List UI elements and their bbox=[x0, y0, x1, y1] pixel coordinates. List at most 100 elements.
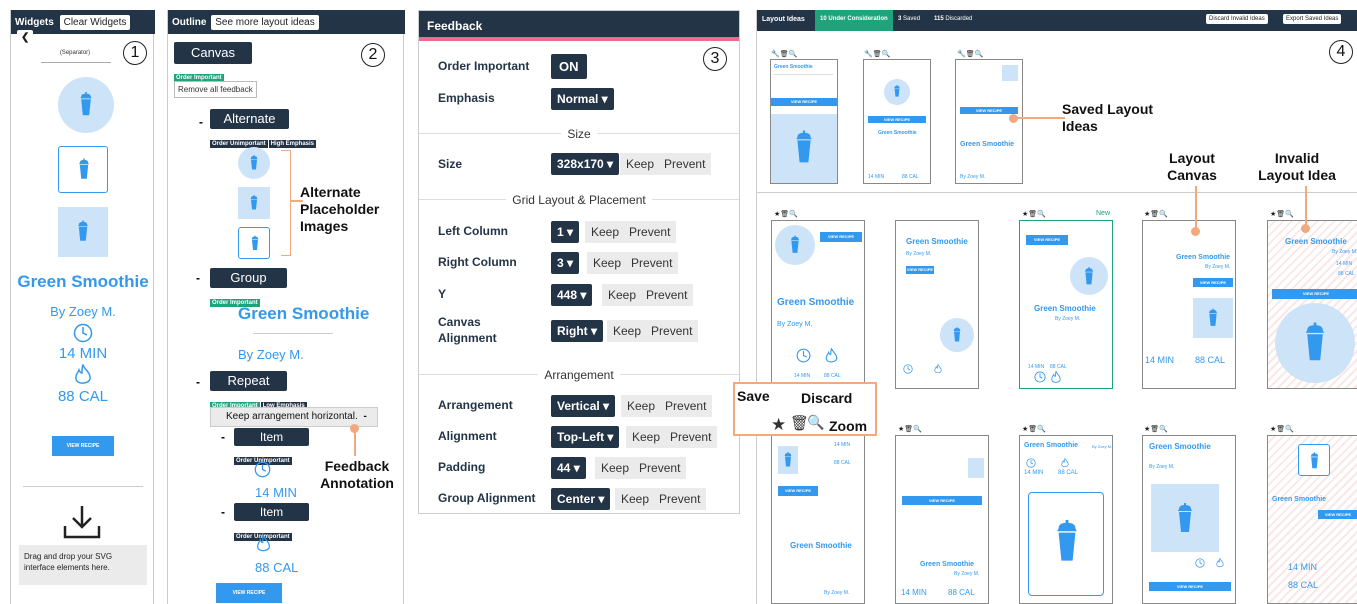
ideas-header: Layout Ideas 10 Under Consideration 3 Sa… bbox=[757, 10, 1357, 31]
idea-actions[interactable]: ★🗑🔍 bbox=[1022, 210, 1046, 218]
collapse-dash[interactable]: - bbox=[199, 115, 203, 129]
item-node[interactable]: Item bbox=[234, 428, 309, 446]
alternate-node[interactable]: Alternate bbox=[210, 109, 289, 129]
card-title: Green Smoothie bbox=[878, 130, 917, 136]
group-title[interactable]: Green Smoothie bbox=[238, 304, 369, 324]
invalid-layout-idea-1[interactable]: Green Smoothie By Zoey M. 14 MIN 88 CAL … bbox=[1267, 220, 1357, 389]
drop-zone[interactable]: Drag and drop your SVG interface element… bbox=[19, 545, 147, 585]
idea-actions[interactable]: ★🗑🔍 bbox=[1270, 210, 1294, 218]
y-keep-prevent[interactable]: Keep Prevent bbox=[602, 284, 694, 306]
order-toggle[interactable]: ON bbox=[551, 54, 587, 79]
saved-idea-2[interactable]: VIEW RECIPE Green Smoothie 14 MIN 88 CAL bbox=[863, 59, 931, 184]
discarded-tab[interactable]: 115 Discarded bbox=[934, 16, 972, 22]
card-view-button: VIEW RECIPE bbox=[1193, 278, 1233, 287]
calories-widget[interactable]: 88 CAL bbox=[11, 388, 155, 405]
ideas-title: Layout Ideas bbox=[762, 16, 805, 23]
collapse-dash[interactable]: - bbox=[196, 271, 200, 285]
remove-annotation-button[interactable]: - bbox=[364, 411, 367, 422]
cup-icon bbox=[789, 234, 801, 255]
layout-idea-4[interactable]: Green Smoothie By Zoey M. VIEW RECIPE 14… bbox=[1142, 220, 1236, 389]
card-view-button: VIEW RECIPE bbox=[960, 107, 1018, 114]
clock-icon bbox=[1195, 558, 1205, 568]
remove-feedback-button[interactable]: Remove all feedback bbox=[174, 81, 257, 98]
right-column-keep-prevent[interactable]: Keep Prevent bbox=[587, 252, 679, 274]
emphasis-dropdown[interactable]: Normal ▾ bbox=[551, 88, 614, 110]
view-recipe-widget[interactable]: VIEW RECIPE bbox=[52, 436, 114, 456]
saved-idea-actions[interactable]: 🔧🗑🔍 bbox=[864, 50, 890, 58]
invalid-layout-idea-2[interactable]: Green Smoothie VIEW RECIPE 14 MIN 88 CAL bbox=[1267, 435, 1357, 604]
canvas-alignment-dropdown[interactable]: Right ▾ bbox=[551, 320, 604, 342]
idea-actions[interactable]: ★🗑🔍 bbox=[1144, 210, 1168, 218]
repeat-node[interactable]: Repeat bbox=[210, 371, 287, 391]
author-widget[interactable]: By Zoey M. bbox=[11, 304, 155, 319]
cup-icon bbox=[793, 129, 815, 165]
layout-idea-1[interactable]: VIEW RECIPE Green Smoothie By Zoey M. 14… bbox=[771, 220, 865, 389]
flame-icon[interactable] bbox=[255, 535, 272, 553]
square-image-widget[interactable] bbox=[58, 207, 108, 257]
group-alignment-label: Group Alignment bbox=[438, 491, 536, 505]
group-alignment-dropdown[interactable]: Center ▾ bbox=[551, 488, 611, 510]
layout-idea-8[interactable]: Green Smoothie By Zoey M. 14 MIN 88 CAL bbox=[1019, 435, 1113, 604]
collapse-dash[interactable]: - bbox=[221, 430, 225, 444]
cup-icon bbox=[952, 326, 962, 343]
more-ideas-button[interactable]: See more layout ideas bbox=[211, 15, 319, 30]
item-time[interactable]: 14 MIN bbox=[255, 485, 297, 500]
arrangement-dropdown[interactable]: Vertical ▾ bbox=[551, 395, 616, 417]
flame-icon[interactable] bbox=[73, 364, 93, 386]
circle-image-widget[interactable] bbox=[58, 77, 114, 133]
layout-idea-7[interactable]: VIEW RECIPE Green Smoothie By Zoey M. 14… bbox=[895, 435, 989, 604]
idea-actions[interactable]: ★🗑🔍 bbox=[1022, 425, 1046, 433]
alignment-dropdown[interactable]: Top-Left ▾ bbox=[551, 426, 620, 448]
zoom-icon[interactable]: 🔍 bbox=[807, 414, 824, 431]
collapse-dash[interactable]: - bbox=[221, 505, 225, 519]
group-alignment-keep-prevent[interactable]: Keep Prevent bbox=[615, 488, 707, 510]
idea-actions[interactable]: ★🗑🔍 bbox=[774, 210, 798, 218]
item-node[interactable]: Item bbox=[234, 503, 309, 521]
star-icon[interactable]: ★ bbox=[771, 415, 786, 435]
arrangement-keep-prevent[interactable]: Keep Prevent bbox=[621, 395, 713, 417]
padding-keep-prevent[interactable]: Keep Prevent bbox=[595, 457, 687, 479]
collapse-dash[interactable]: - bbox=[196, 375, 200, 389]
clock-icon[interactable] bbox=[254, 461, 271, 478]
size-dropdown[interactable]: 328x170 ▾ bbox=[551, 153, 620, 175]
alt-circle-image[interactable] bbox=[238, 147, 270, 179]
clear-widgets-button[interactable]: Clear Widgets bbox=[59, 15, 131, 30]
group-node[interactable]: Group bbox=[210, 268, 287, 288]
layout-idea-9[interactable]: Green Smoothie By Zoey M. VIEW RECIPE bbox=[1142, 435, 1236, 604]
saved-idea-1[interactable]: Green Smoothie VIEW RECIPE bbox=[770, 59, 838, 184]
title-widget[interactable]: Green Smoothie bbox=[11, 272, 155, 292]
download-icon[interactable] bbox=[62, 504, 102, 540]
export-saved-button[interactable]: Export Saved Ideas bbox=[1283, 14, 1342, 24]
y-dropdown[interactable]: 448 ▾ bbox=[551, 284, 593, 306]
alignment-keep-prevent[interactable]: Keep Prevent bbox=[626, 426, 718, 448]
canvas-node[interactable]: Canvas bbox=[174, 42, 252, 64]
layout-idea-3[interactable]: VIEW RECIPE Green Smoothie By Zoey M. 14… bbox=[1019, 220, 1113, 389]
discard-invalid-button[interactable]: Discard Invalid Ideas bbox=[1206, 14, 1268, 24]
layout-idea-6[interactable]: 14 MIN 88 CAL VIEW RECIPE Green Smoothie… bbox=[771, 435, 865, 604]
saved-tab[interactable]: 3 Saved bbox=[898, 16, 920, 22]
view-recipe-node[interactable]: VIEW RECIPE bbox=[216, 583, 282, 603]
alt-outlined-image[interactable] bbox=[238, 227, 270, 259]
right-column-dropdown[interactable]: 3 ▾ bbox=[551, 252, 580, 274]
layout-idea-2[interactable]: Green Smoothie By Zoey M. VIEW RECIPE bbox=[895, 220, 979, 389]
left-column-dropdown[interactable]: 1 ▾ bbox=[551, 221, 580, 243]
left-column-keep-prevent[interactable]: Keep Prevent bbox=[585, 221, 677, 243]
collapse-button[interactable]: ❮ bbox=[17, 30, 34, 45]
time-widget[interactable]: 14 MIN bbox=[11, 345, 155, 362]
saved-idea-actions[interactable]: 🔧🗑🔍 bbox=[957, 50, 983, 58]
idea-actions[interactable]: ★🗑🔍 bbox=[898, 425, 922, 433]
clock-icon[interactable] bbox=[73, 323, 93, 343]
padding-dropdown[interactable]: 44 ▾ bbox=[551, 457, 586, 479]
idea-actions[interactable]: ★🗑🔍 bbox=[1144, 425, 1168, 433]
canvas-alignment-keep-prevent[interactable]: Keep Prevent bbox=[607, 320, 699, 342]
idea-actions[interactable]: ★🗑🔍 bbox=[1270, 425, 1294, 433]
flame-icon bbox=[1060, 458, 1070, 468]
alt-square-image[interactable] bbox=[238, 187, 270, 219]
under-consideration-tab[interactable]: 10 Under Consideration bbox=[815, 10, 893, 31]
size-keep-prevent[interactable]: Keep Prevent bbox=[620, 153, 712, 175]
saved-idea-actions[interactable]: 🔧🗑🔍 bbox=[771, 50, 797, 58]
feedback-annotation-label: Feedback Annotation bbox=[320, 458, 394, 491]
item-calories[interactable]: 88 CAL bbox=[255, 560, 298, 575]
group-author[interactable]: By Zoey M. bbox=[238, 347, 304, 362]
outlined-image-widget[interactable] bbox=[58, 146, 108, 193]
